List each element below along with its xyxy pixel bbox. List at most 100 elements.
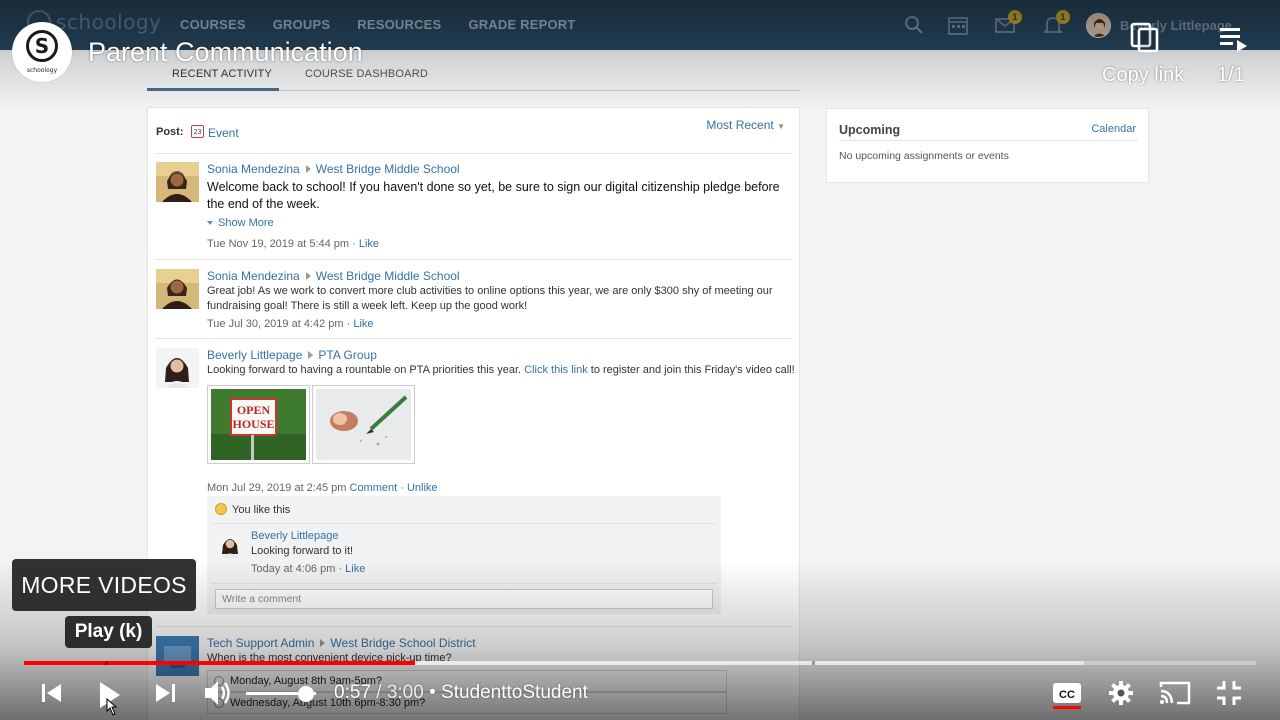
- update-byline: Sonia Mendezina West Bridge Middle School: [207, 162, 460, 176]
- volume-icon[interactable]: [202, 678, 234, 708]
- cast-icon[interactable]: [1158, 679, 1192, 707]
- activity-feed: Post: 23 Event Most Recent ▼ Sonia Mende…: [147, 107, 800, 720]
- caret-right-icon: [305, 165, 311, 173]
- sort-dropdown: Most Recent ▼: [706, 118, 785, 132]
- update-byline: Sonia Mendezina West Bridge Middle School: [207, 269, 460, 283]
- upcoming-empty-text: No upcoming assignments or events: [839, 150, 1009, 162]
- caret-right-icon: [320, 639, 326, 647]
- update-byline: Beverly Littlepage PTA Group: [207, 348, 377, 362]
- sort-label: Most Recent: [706, 118, 774, 132]
- write-comment-input: Write a comment: [215, 589, 713, 609]
- tab-course-dashboard: COURSE DASHBOARD: [305, 68, 428, 80]
- channel-avatar[interactable]: S schoology: [12, 22, 72, 82]
- chapter-marker: [812, 661, 815, 665]
- sign-text-line1: OPEN: [237, 403, 271, 417]
- schoology-logo-text: schoology: [56, 10, 162, 34]
- upcoming-panel: Upcoming Calendar No upcoming assignment…: [826, 108, 1149, 183]
- update-body: Looking forward to having a rountable on…: [207, 363, 795, 378]
- like-link: · Like: [352, 238, 380, 250]
- comment-avatar: [217, 532, 243, 558]
- register-link: Click this link: [524, 364, 588, 376]
- author-avatar: [156, 162, 199, 202]
- unlike-link: · Unlike: [400, 482, 438, 494]
- attachment-image-open-house: OPEN HOUSE: [207, 385, 310, 464]
- comment-meta: Today at 4:06 pm · Like: [251, 563, 365, 575]
- update-meta: Tue Nov 19, 2019 at 5:44 pm · Like: [207, 238, 379, 250]
- play-icon[interactable]: [95, 677, 125, 717]
- target-link: West Bridge School District: [330, 636, 476, 650]
- divider: [211, 583, 717, 584]
- previous-icon[interactable]: [39, 680, 65, 706]
- caret-right-icon: [305, 272, 311, 280]
- target-link: West Bridge Middle School: [315, 269, 460, 283]
- nav-courses: COURSES: [180, 17, 246, 32]
- caret-right-icon: [308, 351, 314, 359]
- channel-logo-letter: S: [26, 30, 58, 62]
- author-avatar: [156, 269, 199, 309]
- divider: [156, 153, 792, 154]
- like-link: · Like: [346, 318, 374, 330]
- playlist-count: 1/1: [1217, 64, 1245, 86]
- author-link: Beverly Littlepage: [207, 348, 303, 362]
- like-smiley-icon: [215, 503, 227, 515]
- feed-update: Sonia Mendezina West Bridge Middle School…: [156, 162, 792, 250]
- settings-gear-icon[interactable]: [1108, 680, 1134, 706]
- sign-text-line2: HOUSE: [232, 417, 274, 431]
- video-title[interactable]: Parent Communication: [88, 37, 363, 68]
- calendar-link: Calendar: [1091, 123, 1136, 135]
- divider: [839, 140, 1138, 141]
- active-tab-indicator: [147, 88, 279, 91]
- author-avatar: [156, 636, 199, 676]
- open-house-image: OPEN HOUSE: [211, 389, 306, 460]
- exit-fullscreen-icon[interactable]: [1214, 678, 1244, 708]
- author-link: Tech Support Admin: [207, 636, 315, 650]
- comment-link: Comment: [349, 482, 398, 494]
- divider: [156, 626, 792, 627]
- show-more-label: Show More: [218, 217, 274, 229]
- duration: 3:00: [386, 682, 424, 703]
- update-timestamp: Mon Jul 29, 2019 at 2:45 pm: [207, 482, 347, 494]
- update-byline: Tech Support Admin West Bridge School Dis…: [207, 636, 476, 650]
- author-link: Sonia Mendezina: [207, 269, 300, 283]
- messages-icon: 1: [994, 10, 1022, 36]
- time-display: 0:57 / 3:00 • StudenttoStudent: [334, 682, 588, 704]
- target-link: PTA Group: [318, 348, 377, 362]
- copy-link-label[interactable]: Copy link: [1102, 64, 1184, 87]
- update-timestamp: Tue Jul 30, 2019 at 4:42 pm: [207, 318, 344, 330]
- playlist-icon[interactable]: [1218, 24, 1250, 54]
- nav-grade-report: GRADE REPORT: [468, 17, 576, 32]
- chevron-down-icon: [207, 221, 213, 226]
- search-icon: [905, 16, 923, 34]
- attachment-image-pencil: [312, 385, 415, 464]
- likes-text: You like this: [232, 504, 291, 516]
- time-separator: /: [370, 682, 387, 703]
- likes-summary: You like this: [215, 503, 290, 516]
- more-videos-button[interactable]: MORE VIDEOS: [12, 559, 196, 611]
- chapter-marker: [105, 661, 108, 665]
- copy-link-icon[interactable]: [1128, 20, 1162, 54]
- event-calendar-icon: 23: [191, 125, 204, 138]
- calendar-icon: [948, 17, 968, 35]
- comment-timestamp: Today at 4:06 pm: [251, 563, 336, 575]
- svg-text:CC: CC: [1059, 689, 1075, 701]
- played-bar: [24, 661, 415, 665]
- chapter-channel-label[interactable]: • StudenttoStudent: [424, 682, 588, 703]
- current-time: 0:57: [334, 682, 371, 703]
- show-more-link: Show More: [207, 217, 274, 229]
- captions-icon[interactable]: CC: [1052, 681, 1082, 705]
- nav-groups: GROUPS: [272, 17, 331, 32]
- cursor-hand-icon: [106, 697, 118, 716]
- tab-recent-activity: RECENT ACTIVITY: [172, 68, 272, 80]
- update-meta: Tue Jul 30, 2019 at 4:42 pm · Like: [207, 318, 374, 330]
- pencil-eraser-image: [316, 389, 411, 460]
- chevron-down-icon: ▼: [777, 122, 785, 131]
- author-link: Sonia Mendezina: [207, 162, 300, 176]
- user-avatar: [1086, 13, 1111, 38]
- main-nav: COURSES GROUPS RESOURCES GRADE REPORT: [180, 17, 576, 32]
- volume-knob[interactable]: [298, 686, 314, 702]
- post-label: Post:: [156, 126, 184, 138]
- divider: [156, 338, 792, 339]
- update-body-text: Looking forward to having a rountable on…: [207, 364, 525, 376]
- messages-badge: 1: [1008, 10, 1022, 24]
- next-icon[interactable]: [152, 680, 178, 706]
